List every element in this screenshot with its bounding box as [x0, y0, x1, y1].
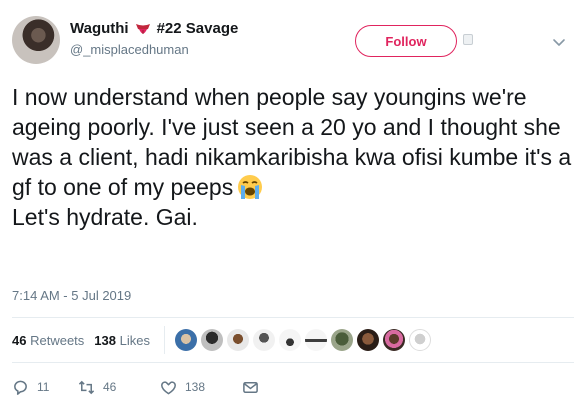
- reply-count: 11: [37, 380, 50, 394]
- author-display-name[interactable]: Waguthi: [70, 20, 129, 37]
- likes-stat[interactable]: 138 Likes: [94, 333, 150, 348]
- liker-avatar[interactable]: [226, 329, 249, 351]
- liker-avatar[interactable]: [356, 329, 379, 351]
- liker-avatar[interactable]: [200, 329, 223, 351]
- retweets-stat[interactable]: 46 Retweets: [12, 333, 84, 348]
- liker-avatar[interactable]: [408, 329, 431, 351]
- envelope-icon: [243, 381, 258, 393]
- liker-avatar[interactable]: [330, 329, 353, 351]
- liker-avatar[interactable]: [278, 329, 301, 351]
- retweets-stat-count: 46: [12, 332, 27, 348]
- likes-stat-label: Likes: [119, 332, 150, 348]
- liker-avatar[interactable]: [382, 329, 405, 351]
- likes-stat-count: 138: [94, 332, 116, 348]
- retweet-button[interactable]: 46: [78, 379, 160, 396]
- liker-avatar[interactable]: [252, 329, 275, 351]
- retweet-count: 46: [103, 380, 117, 394]
- loudly-crying-face-emoji-icon: [237, 174, 263, 200]
- reply-icon: [14, 380, 27, 395]
- retweets-stat-label: Retweets: [30, 332, 85, 348]
- tweet-stats: 46 Retweets 138 Likes: [12, 320, 574, 360]
- tweet-body: I now understand when people say youngin…: [12, 84, 572, 200]
- tongue-emoji-icon: [135, 21, 151, 37]
- liker-avatar[interactable]: [304, 329, 327, 351]
- tweet-actions: 11 46 138: [12, 375, 259, 399]
- divider-bottom: [12, 362, 574, 363]
- divider-top: [12, 317, 574, 318]
- retweet-icon: [78, 380, 95, 394]
- direct-message-button[interactable]: [242, 379, 259, 396]
- tweet-closing-line: Let's hydrate. Gai.: [12, 204, 198, 230]
- tweet-timestamp[interactable]: 7:14 AM - 5 Jul 2019: [12, 288, 131, 303]
- heart-icon: [161, 380, 176, 394]
- author-avatar[interactable]: [12, 16, 60, 64]
- chevron-down-icon[interactable]: [551, 34, 567, 50]
- author-name-suffix[interactable]: #22 Savage: [157, 20, 239, 37]
- like-button[interactable]: 138: [160, 379, 242, 396]
- liker-avatar[interactable]: [174, 329, 197, 351]
- stats-separator: [163, 326, 165, 354]
- author-handle[interactable]: @_misplacedhuman: [70, 42, 189, 57]
- like-count: 138: [185, 380, 206, 394]
- tweet-text: I now understand when people say youngin…: [12, 82, 577, 232]
- author-name-row[interactable]: Waguthi #22 Savage: [70, 20, 238, 37]
- tweet-header: Waguthi #22 Savage @_misplacedhuman Foll…: [12, 12, 574, 68]
- reply-button[interactable]: 11: [12, 379, 68, 396]
- liker-avatars: [174, 329, 431, 351]
- follow-button[interactable]: Follow: [355, 25, 457, 57]
- follow-options-icon[interactable]: [463, 34, 473, 45]
